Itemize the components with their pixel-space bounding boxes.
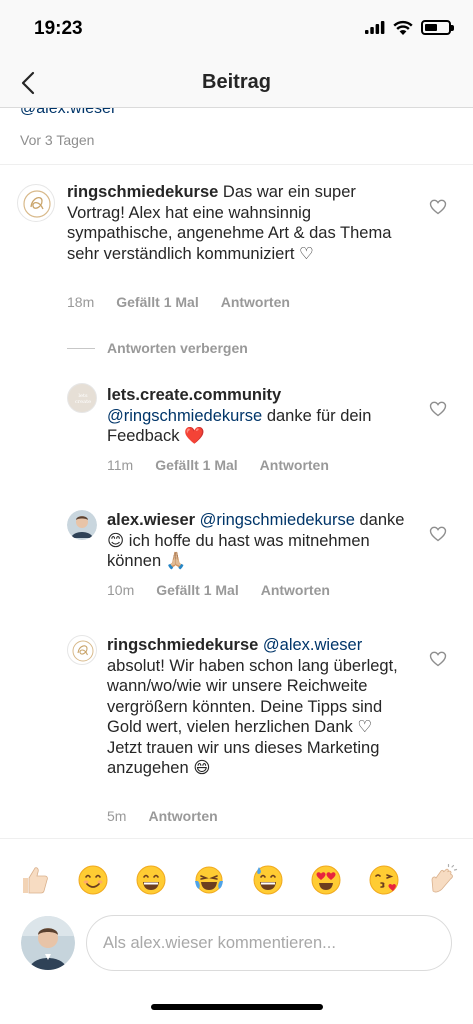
clapping-emoji-button[interactable] [425,863,459,897]
likes-count[interactable]: Gefällt 1 Mal [156,582,238,598]
face-blowing-kiss-icon [369,865,399,894]
ringschmiede-logo [23,190,51,218]
comment: ringschmiedekurse Das war ein super Vort… [0,108,473,328]
smiling-face-icon [78,865,108,894]
svg-text:create: create [75,399,91,405]
page-title: Beitrag [202,71,271,93]
emoji-bar [0,838,473,920]
reply-time: 5m [107,808,127,824]
reply-text: ringschmiedekurse @alex.wieser absolut! … [107,635,407,779]
heart-icon[interactable] [429,198,447,216]
battery-level [425,24,437,31]
comment-username[interactable]: ringschmiedekurse [67,183,218,201]
thumbs-up-emoji-button[interactable] [18,863,52,897]
reply-username[interactable]: alex.wieser [107,511,195,529]
comment-meta: 18m Gefällt 1 Mal Antworten [67,294,290,310]
signal-icon [365,21,385,34]
reply-mention[interactable]: @ringschmiedekurse [200,511,355,529]
avatar[interactable]: lets create [67,383,97,413]
heart-icon[interactable] [429,400,447,418]
reply-text: alex.wieser @ringschmiedekurse danke 😊 i… [107,510,407,572]
status-icons [365,20,454,35]
avatar[interactable] [67,510,97,540]
reply-button[interactable]: Antworten [261,582,330,598]
likes-count[interactable]: Gefällt 1 Mal [116,294,198,310]
alex-avatar [67,510,97,540]
avatar[interactable] [67,635,97,665]
tears-of-joy-emoji-button[interactable] [192,863,226,897]
comments-list[interactable]: @alex.wieser Vor 3 Tagen ringschmiedekur… [0,108,473,838]
hide-replies-button[interactable]: Antworten verbergen [67,340,248,356]
composer-avatar [21,916,75,970]
heart-eyes-emoji-button[interactable] [309,863,343,897]
reply-meta: 11m Gefällt 1 Mal Antworten [107,457,329,473]
grinning-sweat-emoji-button[interactable] [251,863,285,897]
clapping-hands-icon [431,863,458,892]
reply-button[interactable]: Antworten [148,808,217,824]
reply-username[interactable]: ringschmiedekurse [107,636,258,654]
avatar[interactable] [17,184,55,222]
ringschmiede-logo [72,640,94,662]
reply-button[interactable]: Antworten [260,457,329,473]
kissing-heart-emoji-button[interactable] [367,863,401,897]
lets-create-logo: lets create [68,384,96,412]
reply-mention[interactable]: @ringschmiedekurse [107,407,262,425]
reply-meta: 10m Gefällt 1 Mal Antworten [107,582,330,598]
alex-avatar [21,916,75,970]
heart-icon[interactable] [429,650,447,668]
reply-text: lets.create.community @ringschmiedekurse… [107,385,407,447]
comment-time: 18m [67,294,95,310]
comment-input[interactable] [86,915,452,971]
reply-time: 11m [107,457,134,473]
grinning-emoji-button[interactable] [134,863,168,897]
battery-icon [421,20,454,35]
replies-line [67,347,95,349]
status-time: 19:23 [34,18,83,39]
grinning-sweat-icon [253,865,283,894]
reply-username[interactable]: lets.create.community [107,386,281,404]
hide-replies-label: Antworten verbergen [107,340,248,356]
likes-count[interactable]: Gefällt 1 Mal [155,457,237,473]
home-indicator [151,1004,323,1010]
heart-eyes-icon [311,865,341,894]
heart-icon[interactable] [429,525,447,543]
reply-button[interactable]: Antworten [221,294,290,310]
reply-meta: 5m Antworten [107,808,218,824]
nav-bar: Beitrag [0,58,473,108]
reply-content: absolut! Wir haben schon lang überlegt, … [107,656,398,778]
comment-text: ringschmiedekurse Das war ein super Vort… [67,182,397,264]
thumbs-up-icon [23,866,48,893]
grinning-face-icon [136,865,166,894]
reply-mention[interactable]: @alex.wieser [263,636,362,654]
tears-of-joy-icon [195,866,224,893]
reply-time: 10m [107,582,135,598]
wifi-icon [393,20,413,35]
status-bar: 19:23 [0,0,473,58]
smiling-emoji-button[interactable] [76,863,110,897]
